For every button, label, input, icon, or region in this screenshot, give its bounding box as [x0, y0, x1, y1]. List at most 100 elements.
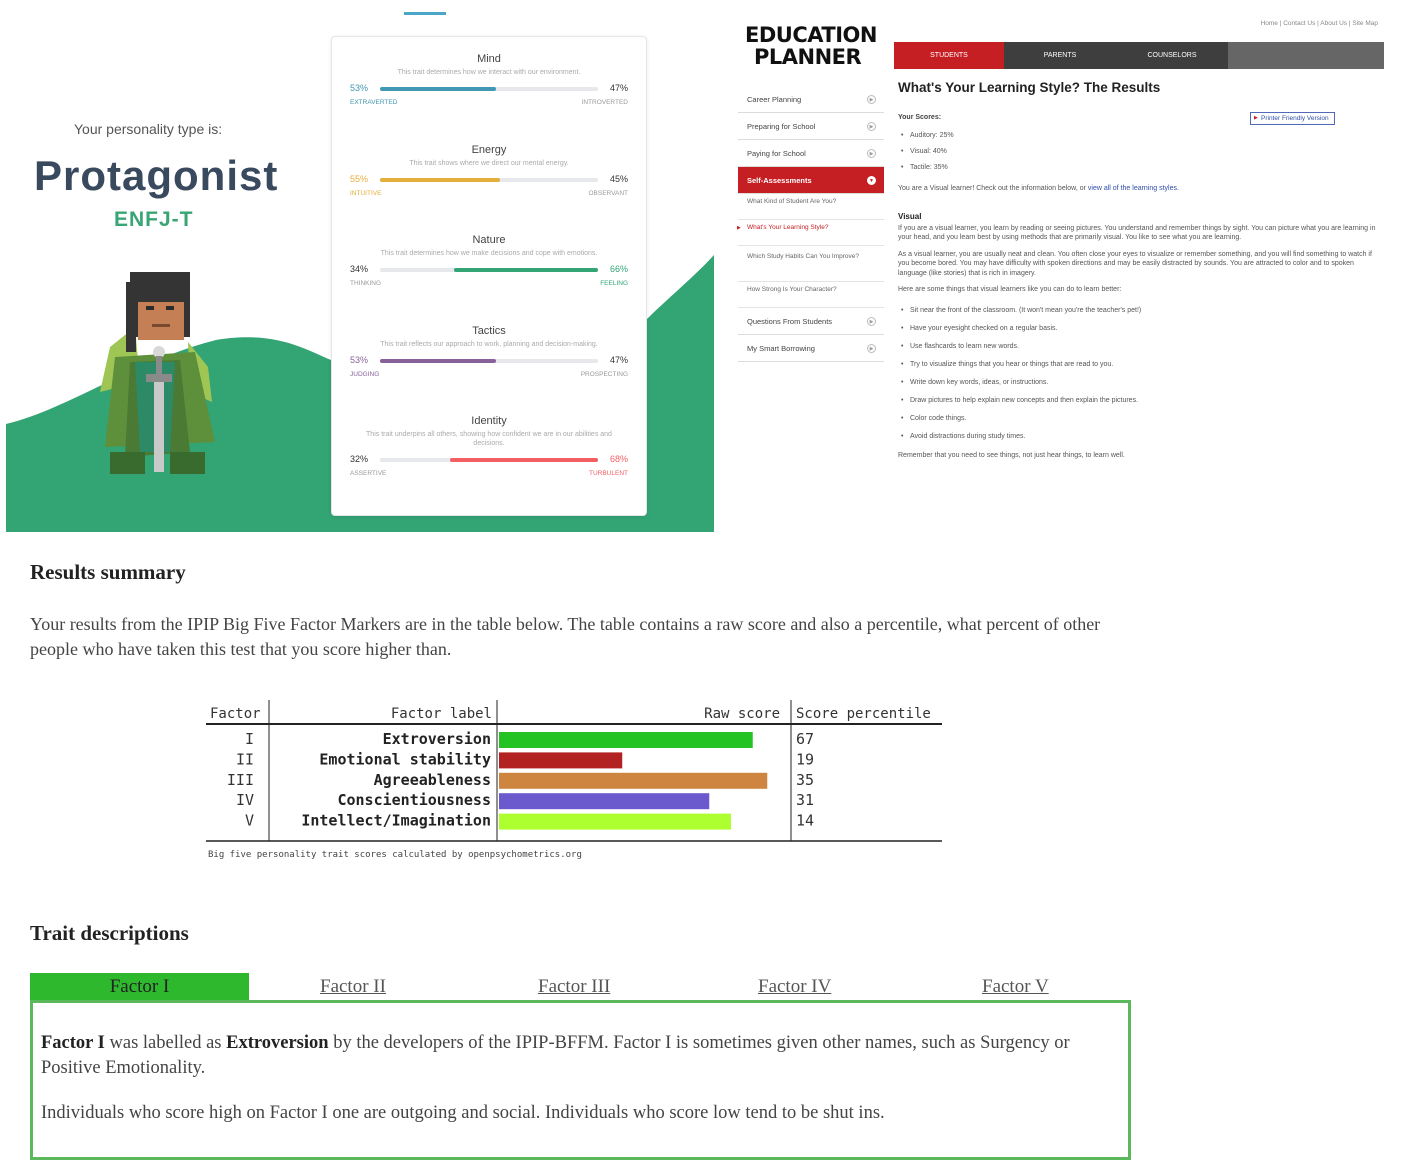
factor-description-box: Factor I was labelled as Extroversion by… [30, 1000, 1131, 1160]
utility-links[interactable]: Home | Contact Us | About Us | Site Map [1261, 20, 1378, 27]
trait-right-label: FEELING [600, 280, 628, 287]
score-item: Visual: 40% [898, 148, 1378, 155]
chevron-right-icon: ▶ [867, 149, 876, 158]
learning-style-results: What's Your Learning Style? The Results … [898, 80, 1378, 460]
column-header: Score percentile [796, 706, 931, 722]
tips-list: Sit near the front of the classroom. (It… [898, 307, 1378, 440]
trait-right-label: OBSERVANT [588, 190, 629, 197]
tab-factor-3[interactable]: Factor III [538, 973, 610, 1001]
visual-learner-line: You are a Visual learner! Check out the … [898, 184, 1378, 194]
section-heading: Visual [898, 212, 922, 221]
nav-counselors[interactable]: COUNSELORS [1116, 42, 1228, 69]
factor-numeral: III [227, 771, 254, 789]
tab-factor-2[interactable]: Factor II [320, 973, 386, 1001]
trait-left-label: ASSERTIVE [350, 470, 387, 477]
paragraph: Here are some things that visual learner… [898, 286, 1122, 293]
tab-factor-1[interactable]: Factor I [30, 973, 249, 1001]
sidebar-item-career-planning[interactable]: Career Planning ▶ [738, 86, 884, 113]
personality-result-panel: Your personality type is: Protagonist EN… [6, 0, 714, 532]
factor-label: Extroversion [226, 1033, 329, 1053]
tab-factor-4[interactable]: Factor IV [758, 973, 831, 1001]
trait-track [380, 359, 598, 363]
trait-description: This trait determines how we make decisi… [380, 250, 598, 257]
learning-styles-link[interactable]: view all of the learning styles. [1088, 185, 1179, 192]
chevron-right-icon: ▶ [867, 317, 876, 326]
sidebar-item-label: Paying for School [747, 149, 806, 158]
protagonist-avatar-icon [100, 272, 215, 474]
trait-description: This trait reflects our approach to work… [380, 341, 598, 348]
raw-score-bar [499, 732, 753, 748]
trait-left-label: EXTRAVERTED [350, 99, 398, 106]
trait-identity: Identity This trait underpins all others,… [350, 415, 628, 480]
trait-fill [380, 87, 496, 91]
sidebar-item-label: Preparing for School [747, 122, 816, 131]
trait-pole-labels: INTUITIVE OBSERVANT [350, 190, 628, 200]
personality-type-code: ENFJ-T [114, 208, 194, 231]
trait-pole-labels: ASSERTIVE TURBULENT [350, 470, 628, 480]
sidebar-item-questions[interactable]: Questions From Students ▶ [738, 308, 884, 335]
trait-bar-row: 55% 45% [350, 174, 628, 188]
trait-bar-row: 32% 68% [350, 454, 628, 468]
tab-factor-5[interactable]: Factor V [982, 973, 1049, 1001]
trait-right-percent: 66% [609, 264, 628, 274]
tip-item: Try to visualize things that you hear or… [898, 361, 1378, 368]
sidebar-sub-study-habits[interactable]: Which Study Habits Can You Improve? [738, 246, 884, 282]
tip-item: Have your eyesight checked on a regular … [898, 325, 1378, 332]
trait-left-percent: 32% [350, 454, 369, 464]
trait-title: Nature [472, 234, 506, 246]
trait-left-label: THINKING [350, 280, 382, 287]
chevron-right-icon: ▶ [867, 95, 876, 104]
sidebar-item-paying[interactable]: Paying for School ▶ [738, 140, 884, 167]
chevron-right-icon: ▶ [867, 122, 876, 131]
sidebar: Career Planning ▶ Preparing for School ▶ P… [737, 86, 884, 362]
trait-title: Tactics [472, 325, 506, 337]
sidebar-item-self-assessments[interactable]: Self-Assessments ▼ [738, 167, 884, 194]
score-item: Auditory: 25% [898, 132, 1378, 139]
factor-tabs: Factor I Factor II Factor III Factor IV … [30, 973, 1130, 1001]
sidebar-sub-learning-style[interactable]: What's Your Learning Style? [737, 220, 884, 246]
printer-friendly-button[interactable]: Printer Friendly Version [1250, 112, 1335, 125]
factor-numeral: I [245, 730, 254, 748]
nav-parents[interactable]: PARENTS [1004, 42, 1116, 69]
sidebar-sub-character[interactable]: How Strong Is Your Character? [738, 282, 884, 308]
column-header: Factor [210, 706, 261, 722]
factor-label: Conscientiousness [337, 791, 491, 809]
paragraph: As a visual learner, you are usually nea… [898, 250, 1372, 277]
trait-description: This trait shows where we direct our men… [409, 160, 569, 167]
trait-right-label: INTROVERTED [581, 99, 628, 106]
trait-title: Energy [471, 144, 507, 156]
column-header: Factor label [391, 706, 492, 722]
sidebar-item-label: Self-Assessments [747, 176, 812, 185]
trait-right-label: PROSPECTING [580, 371, 628, 378]
sidebar-item-label: Questions From Students [747, 317, 833, 326]
trait-bar-row: 34% 66% [350, 264, 628, 278]
personality-traits-card: Mind This trait determines how we interac… [331, 36, 647, 516]
column-header: Raw score [704, 706, 780, 722]
tip-item: Use flashcards to learn new words. [898, 343, 1378, 350]
factor-label: Emotional stability [319, 750, 491, 768]
trait-title: Identity [471, 415, 507, 427]
trait-descriptions-heading: Trait descriptions [30, 921, 189, 945]
trait-nature: Nature This trait determines how we make … [350, 234, 628, 290]
chevron-down-icon: ▼ [867, 176, 876, 185]
percentile-value: 35 [796, 771, 814, 789]
trait-track [380, 458, 598, 462]
main-nav: STUDENTS PARENTS COUNSELORS [894, 42, 1384, 69]
factor-description-2: Individuals who score high on Factor I o… [41, 1103, 885, 1123]
sidebar-sub-student-type[interactable]: What Kind of Student Are You? [738, 194, 884, 220]
percentile-value: 19 [796, 750, 814, 768]
trait-energy: Energy This trait shows where we direct o… [350, 144, 628, 200]
sidebar-item-preparing[interactable]: Preparing for School ▶ [738, 113, 884, 140]
raw-score-bar [499, 813, 731, 830]
factor-label: Extroversion [383, 730, 491, 748]
trait-left-percent: 53% [350, 355, 369, 365]
trait-title: Mind [477, 53, 501, 65]
sidebar-item-borrowing[interactable]: My Smart Borrowing ▶ [738, 335, 884, 362]
education-planner-logo[interactable]: EDUCATION PLANNER [745, 24, 877, 68]
sidebar-item-label: My Smart Borrowing [747, 344, 815, 353]
trait-track [380, 87, 598, 91]
logo-line-1: EDUCATION [745, 23, 877, 47]
factor-name: Factor I [41, 1033, 105, 1053]
nav-students[interactable]: STUDENTS [894, 42, 1004, 69]
factor-numeral: II [236, 750, 254, 768]
